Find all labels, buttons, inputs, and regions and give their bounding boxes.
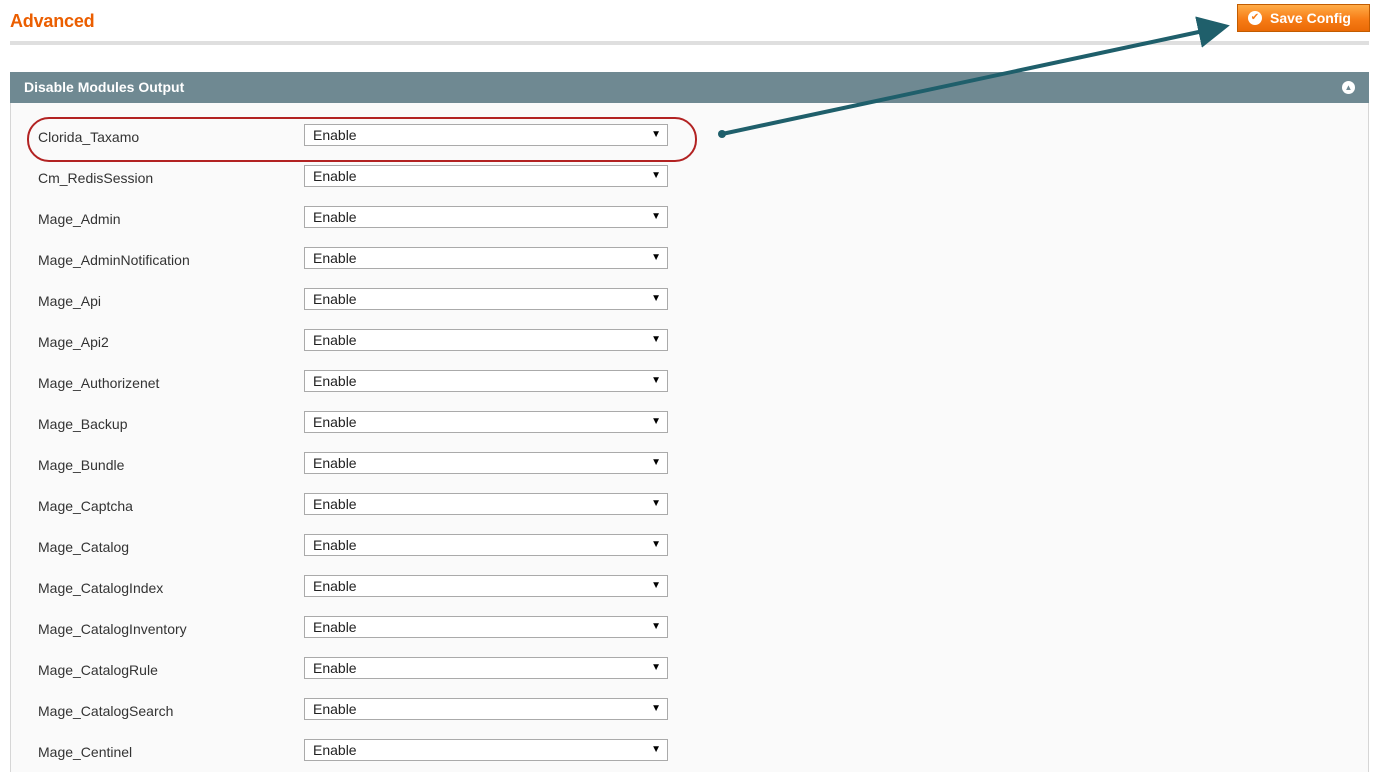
caret-down-icon: ▼ [651, 252, 661, 263]
fieldset-title: Disable Modules Output [24, 79, 185, 95]
page-title: Advanced [10, 11, 95, 31]
page-header: Advanced ✔ Save Config [0, 0, 1377, 50]
module-output-select[interactable]: Enable ▼ [304, 247, 668, 269]
module-output-select[interactable]: Enable ▼ [304, 575, 668, 597]
select-value: Enable [313, 496, 357, 512]
module-row: Mage_CatalogInventory Enable ▼ [11, 610, 711, 651]
caret-down-icon: ▼ [651, 375, 661, 386]
caret-down-icon: ▼ [651, 211, 661, 222]
module-output-select[interactable]: Enable ▼ [304, 452, 668, 474]
select-value: Enable [313, 291, 357, 307]
module-name-label: Mage_Catalog [38, 539, 130, 555]
module-row: Mage_Admin Enable ▼ [11, 200, 711, 241]
module-output-select[interactable]: Enable ▼ [304, 698, 668, 720]
module-output-select[interactable]: Enable ▼ [304, 329, 668, 351]
module-output-select[interactable]: Enable ▼ [304, 739, 668, 761]
module-row: Cm_RedisSession Enable ▼ [11, 159, 711, 200]
caret-down-icon: ▼ [651, 744, 661, 755]
module-output-select[interactable]: Enable ▼ [304, 411, 668, 433]
module-row: Mage_Bundle Enable ▼ [11, 446, 711, 487]
fieldset-header[interactable]: Disable Modules Output ▲ [10, 72, 1369, 103]
select-value: Enable [313, 373, 357, 389]
module-name-label: Mage_Centinel [38, 744, 133, 760]
caret-down-icon: ▼ [651, 498, 661, 509]
module-row: Mage_CatalogSearch Enable ▼ [11, 692, 711, 733]
select-value: Enable [313, 578, 357, 594]
module-row: Mage_Captcha Enable ▼ [11, 487, 711, 528]
module-name-label: Mage_Api [38, 293, 102, 309]
module-output-select[interactable]: Enable ▼ [304, 534, 668, 556]
select-value: Enable [313, 168, 357, 184]
caret-down-icon: ▼ [651, 293, 661, 304]
save-config-label: Save Config [1270, 10, 1351, 26]
select-value: Enable [313, 209, 357, 225]
select-value: Enable [313, 619, 357, 635]
module-name-label: Mage_CatalogInventory [38, 621, 187, 637]
select-value: Enable [313, 537, 357, 553]
module-output-select[interactable]: Enable ▼ [304, 165, 668, 187]
module-name-label: Mage_Bundle [38, 457, 125, 473]
module-name-label: Mage_Api2 [38, 334, 109, 350]
caret-down-icon: ▼ [651, 129, 661, 140]
module-row: Mage_Api Enable ▼ [11, 282, 711, 323]
caret-down-icon: ▼ [651, 416, 661, 427]
select-value: Enable [313, 127, 357, 143]
caret-down-icon: ▼ [651, 662, 661, 673]
module-output-select[interactable]: Enable ▼ [304, 657, 668, 679]
module-output-select[interactable]: Enable ▼ [304, 206, 668, 228]
module-name-label: Mage_CatalogIndex [38, 580, 164, 596]
module-name-label: Mage_AdminNotification [38, 252, 190, 268]
module-output-select[interactable]: Enable ▼ [304, 493, 668, 515]
module-row: Mage_CatalogIndex Enable ▼ [11, 569, 711, 610]
module-name-label: Cm_RedisSession [38, 170, 154, 186]
save-config-button[interactable]: ✔ Save Config [1237, 4, 1370, 32]
select-value: Enable [313, 660, 357, 676]
module-row: Mage_Catalog Enable ▼ [11, 528, 711, 569]
caret-down-icon: ▼ [651, 334, 661, 345]
select-value: Enable [313, 332, 357, 348]
caret-down-icon: ▼ [651, 703, 661, 714]
module-row: Mage_Authorizenet Enable ▼ [11, 364, 711, 405]
header-divider [10, 41, 1369, 45]
disable-modules-output-fieldset: Disable Modules Output ▲ Clorida_Taxamo E… [10, 72, 1369, 772]
select-value: Enable [313, 250, 357, 266]
module-row: Clorida_Taxamo Enable ▼ [11, 118, 711, 159]
module-row: Mage_AdminNotification Enable ▼ [11, 241, 711, 282]
caret-down-icon: ▼ [651, 539, 661, 550]
module-row: Mage_Centinel Enable ▼ [11, 733, 711, 774]
check-circle-icon: ✔ [1248, 11, 1262, 25]
module-name-label: Mage_Admin [38, 211, 121, 227]
caret-down-icon: ▼ [651, 621, 661, 632]
select-value: Enable [313, 414, 357, 430]
module-row: Mage_Backup Enable ▼ [11, 405, 711, 446]
select-value: Enable [313, 455, 357, 471]
select-value: Enable [313, 701, 357, 717]
caret-down-icon: ▼ [651, 457, 661, 468]
module-name-label: Mage_Backup [38, 416, 128, 432]
module-output-select[interactable]: Enable ▼ [304, 288, 668, 310]
module-output-select[interactable]: Enable ▼ [304, 124, 668, 146]
collapse-up-icon[interactable]: ▲ [1342, 81, 1355, 94]
module-name-label: Mage_CatalogSearch [38, 703, 174, 719]
module-name-label: Clorida_Taxamo [38, 129, 140, 145]
module-output-select[interactable]: Enable ▼ [304, 370, 668, 392]
module-name-label: Mage_Authorizenet [38, 375, 160, 391]
select-value: Enable [313, 742, 357, 758]
module-name-label: Mage_CatalogRule [38, 662, 158, 678]
module-row: Mage_Api2 Enable ▼ [11, 323, 711, 364]
caret-down-icon: ▼ [651, 580, 661, 591]
module-row: Mage_CatalogRule Enable ▼ [11, 651, 711, 692]
module-output-select[interactable]: Enable ▼ [304, 616, 668, 638]
caret-down-icon: ▼ [651, 170, 661, 181]
module-name-label: Mage_Captcha [38, 498, 133, 514]
